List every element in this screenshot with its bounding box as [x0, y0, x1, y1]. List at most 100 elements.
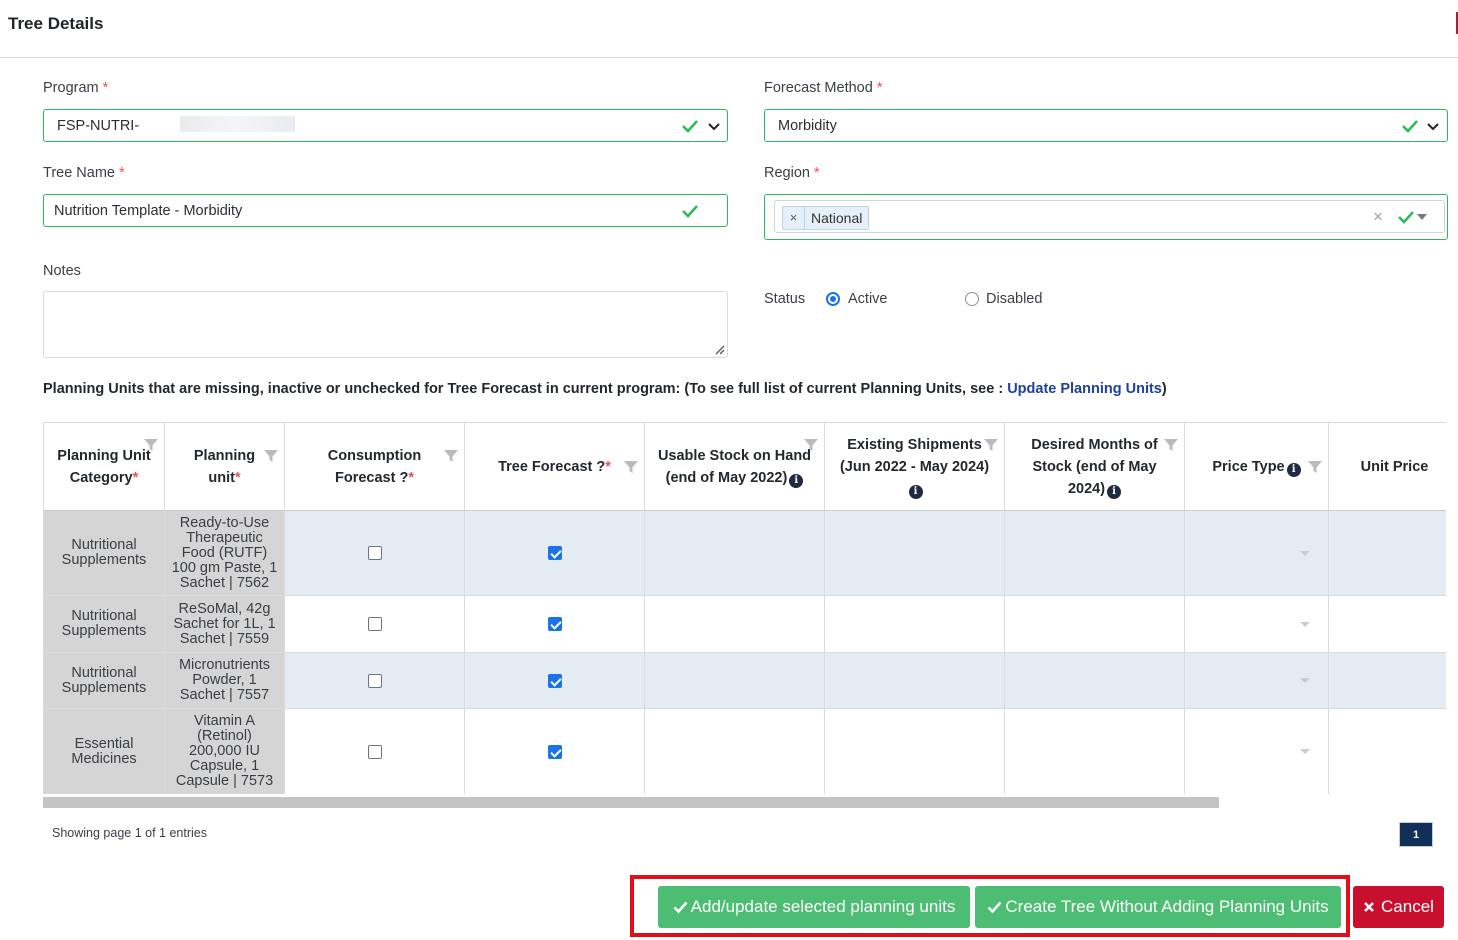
- pagination-summary: Showing page 1 of 1 entries: [52, 826, 207, 840]
- dropdown-caret-icon[interactable]: [1300, 749, 1310, 754]
- filter-icon[interactable]: [443, 448, 459, 464]
- tree-forecast-checkbox[interactable]: [547, 617, 562, 631]
- region-control[interactable]: × National ×: [774, 200, 1445, 233]
- program-select[interactable]: FSP-NUTRI-: [43, 109, 728, 142]
- cell-tree-forecast[interactable]: [465, 653, 645, 709]
- region-multiselect[interactable]: × National ×: [764, 194, 1448, 240]
- cell-tree-forecast[interactable]: [465, 596, 645, 653]
- status-disabled-radio[interactable]: [965, 292, 979, 306]
- col-header-planning-unit[interactable]: Planning unit*: [165, 423, 285, 511]
- info-icon[interactable]: i: [1107, 484, 1122, 499]
- filter-icon[interactable]: [623, 459, 639, 475]
- cell-desired-months[interactable]: [1005, 653, 1185, 709]
- consumption-checkbox[interactable]: [367, 617, 382, 631]
- filter-icon[interactable]: [143, 437, 159, 453]
- forecast-method-select[interactable]: Morbidity: [764, 109, 1448, 142]
- col-header-price-type[interactable]: Price Type i: [1185, 423, 1329, 511]
- cell-desired-months[interactable]: [1005, 709, 1185, 794]
- modal-header: Tree Details: [0, 0, 1458, 58]
- tree-forecast-checkbox[interactable]: [547, 546, 562, 560]
- close-icon: [1364, 902, 1374, 912]
- cell-usable-stock[interactable]: [645, 709, 825, 794]
- planning-units-note: Planning Units that are missing, inactiv…: [43, 381, 1167, 397]
- program-label: Program *: [43, 80, 109, 96]
- cell-unit-price[interactable]: [1329, 653, 1446, 709]
- cell-price-type[interactable]: [1185, 653, 1329, 709]
- cell-tree-forecast[interactable]: [465, 709, 645, 794]
- clear-icon[interactable]: ×: [1373, 207, 1383, 227]
- cell-planning-unit: Vitamin A (Retinol) 200,000 IU Capsule, …: [165, 709, 285, 794]
- dropdown-caret-icon[interactable]: [1300, 550, 1310, 556]
- col-header-desired-months[interactable]: Desired Months of Stock (end of May 2024…: [1005, 423, 1185, 511]
- col-header-unit-price[interactable]: Unit Price: [1329, 423, 1446, 511]
- cell-price-type[interactable]: [1185, 596, 1329, 653]
- col-header-usable-stock[interactable]: Usable Stock on Hand (end of May 2022) i: [645, 423, 825, 511]
- forecast-method-label: Forecast Method *: [764, 80, 883, 96]
- cell-existing-shipments[interactable]: [825, 596, 1005, 653]
- remove-tag-icon[interactable]: ×: [783, 207, 805, 229]
- consumption-checkbox[interactable]: [367, 673, 382, 688]
- cell-unit-price[interactable]: [1329, 709, 1446, 794]
- cell-price-type[interactable]: [1185, 709, 1329, 794]
- cell-unit-price[interactable]: [1329, 596, 1446, 653]
- cell-category: Nutritional Supplements: [44, 596, 165, 653]
- cell-usable-stock[interactable]: [645, 511, 825, 596]
- cell-category: Nutritional Supplements: [44, 653, 165, 709]
- cell-planning-unit: ReSoMal, 42g Sachet for 1L, 1 Sachet | 7…: [165, 596, 285, 653]
- program-value: FSP-NUTRI-: [57, 118, 140, 134]
- cell-unit-price[interactable]: [1329, 511, 1446, 596]
- info-icon[interactable]: i: [908, 484, 923, 499]
- tree-name-input[interactable]: Nutrition Template - Morbidity: [43, 194, 728, 227]
- cell-price-type[interactable]: [1185, 511, 1329, 596]
- col-header-tree-forecast[interactable]: Tree Forecast ?*: [465, 423, 645, 511]
- update-planning-units-link[interactable]: Update Planning Units: [1007, 381, 1162, 397]
- chevron-down-icon[interactable]: [708, 119, 720, 133]
- notes-textarea[interactable]: [43, 291, 728, 358]
- filter-icon[interactable]: [1163, 437, 1179, 453]
- status-active-label[interactable]: Active: [848, 291, 888, 307]
- consumption-checkbox[interactable]: [367, 546, 382, 560]
- check-icon: [682, 120, 698, 133]
- dropdown-caret-icon[interactable]: [1300, 621, 1310, 627]
- check-icon: [1398, 211, 1414, 224]
- dropdown-caret-icon[interactable]: [1300, 678, 1310, 683]
- status-active-radio[interactable]: [826, 292, 840, 306]
- col-header-category[interactable]: Planning Unit Category*: [44, 423, 165, 511]
- info-icon[interactable]: i: [789, 473, 804, 488]
- region-tag-label: National: [811, 210, 863, 226]
- cell-consumption-forecast[interactable]: [285, 653, 465, 709]
- cell-existing-shipments[interactable]: [825, 709, 1005, 794]
- cell-consumption-forecast[interactable]: [285, 596, 465, 653]
- cell-existing-shipments[interactable]: [825, 511, 1005, 596]
- resize-handle-icon[interactable]: [713, 343, 725, 355]
- cell-planning-unit: Micronutrients Powder, 1 Sachet | 7557: [165, 653, 285, 709]
- cell-consumption-forecast[interactable]: [285, 511, 465, 596]
- consumption-checkbox[interactable]: [367, 744, 382, 759]
- highlight-box: [630, 875, 1350, 937]
- info-icon[interactable]: i: [1286, 462, 1301, 477]
- filter-icon[interactable]: [983, 437, 999, 453]
- filter-icon[interactable]: [1307, 459, 1323, 475]
- horizontal-scrollbar[interactable]: [43, 797, 1219, 808]
- cell-desired-months[interactable]: [1005, 596, 1185, 653]
- chevron-down-icon[interactable]: [1427, 119, 1439, 133]
- filter-icon[interactable]: [803, 437, 819, 453]
- cell-usable-stock[interactable]: [645, 653, 825, 709]
- tree-forecast-checkbox[interactable]: [547, 673, 562, 688]
- check-icon: [682, 205, 698, 218]
- status-disabled-label[interactable]: Disabled: [986, 291, 1042, 307]
- cell-usable-stock[interactable]: [645, 596, 825, 653]
- tree-name-label: Tree Name *: [43, 165, 125, 181]
- cell-consumption-forecast[interactable]: [285, 709, 465, 794]
- cell-category: Nutritional Supplements: [44, 511, 165, 596]
- cell-existing-shipments[interactable]: [825, 653, 1005, 709]
- cell-tree-forecast[interactable]: [465, 511, 645, 596]
- cell-desired-months[interactable]: [1005, 511, 1185, 596]
- caret-down-icon[interactable]: [1416, 213, 1428, 221]
- tree-forecast-checkbox[interactable]: [547, 744, 562, 759]
- col-header-consumption-forecast[interactable]: Consumption Forecast ?*: [285, 423, 465, 511]
- filter-icon[interactable]: [263, 448, 279, 464]
- page-1-button[interactable]: 1: [1399, 822, 1433, 847]
- cancel-button[interactable]: Cancel: [1353, 886, 1444, 928]
- col-header-existing-shipments[interactable]: Existing Shipments (Jun 2022 - May 2024)…: [825, 423, 1005, 511]
